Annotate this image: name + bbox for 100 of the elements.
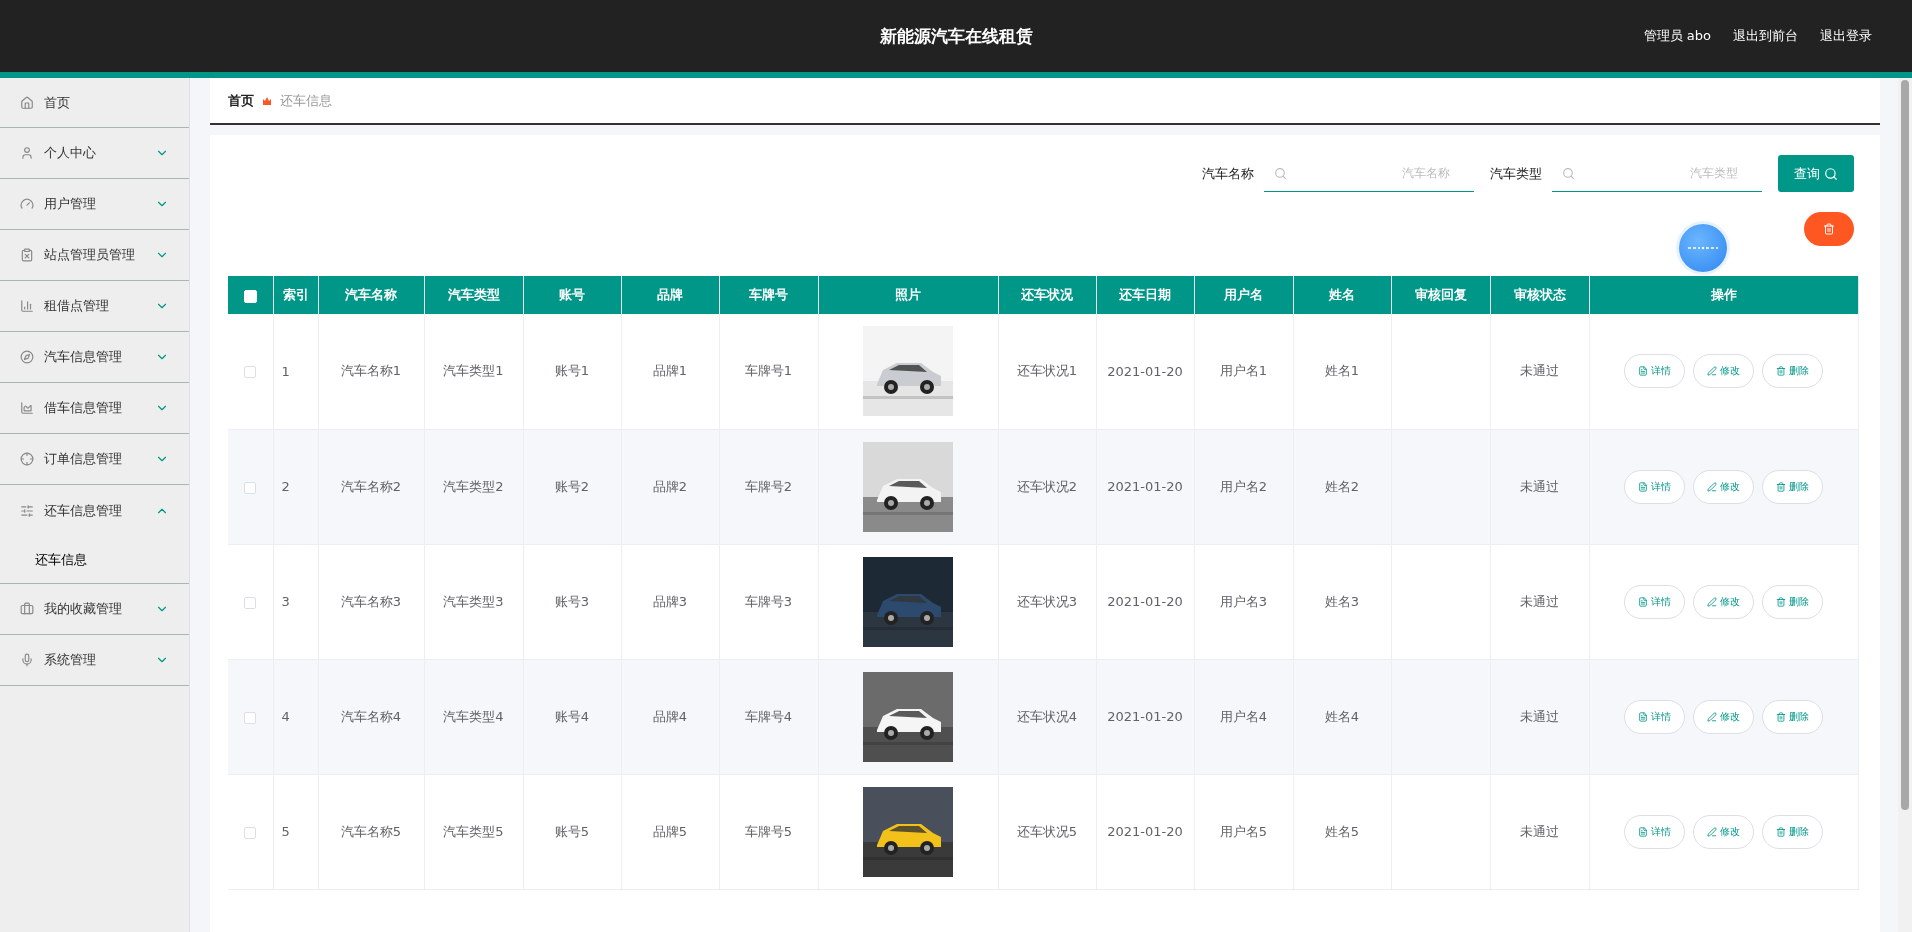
table-cell: 汽车类型4 [424, 659, 523, 774]
edit-button[interactable]: 修改 [1693, 814, 1754, 849]
checkbox[interactable] [244, 481, 257, 494]
table-cell: 姓名3 [1293, 544, 1391, 659]
table-cell: 还车状况3 [998, 544, 1096, 659]
table-cell: 姓名2 [1293, 429, 1391, 544]
edit-button[interactable]: 修改 [1693, 699, 1754, 734]
search-field[interactable]: 汽车类型 [1552, 155, 1762, 192]
table-cell: 未通过 [1490, 314, 1589, 429]
table-cell: 2021-01-20 [1096, 544, 1194, 659]
table-cell: 还车状况1 [998, 314, 1096, 429]
column-header: 审核回复 [1391, 276, 1490, 314]
compass-icon [20, 350, 34, 364]
table-cell: 品牌4 [621, 659, 719, 774]
column-header: 还车状况 [998, 276, 1096, 314]
pen-icon [1707, 826, 1717, 837]
table-cell: 2021-01-20 [1096, 774, 1194, 889]
column-header: 品牌 [621, 276, 719, 314]
area-chart-icon [20, 401, 34, 415]
checkbox[interactable] [244, 596, 257, 609]
sidebar-subitem[interactable]: 还车信息 [0, 536, 189, 583]
edit-button[interactable]: 修改 [1693, 584, 1754, 619]
document-icon [1638, 596, 1648, 607]
table-cell: 汽车类型2 [424, 429, 523, 544]
search-icon [1562, 167, 1575, 180]
header-link[interactable]: 退出登录 [1820, 27, 1872, 45]
delete-button[interactable]: 删除 [1762, 354, 1823, 389]
home-icon [20, 95, 34, 110]
crown-icon [262, 95, 272, 106]
sidebar-item[interactable]: 个人中心 [0, 128, 189, 179]
edit-button[interactable]: 修改 [1693, 469, 1754, 504]
details-button[interactable]: 详情 [1624, 584, 1685, 619]
sidebar-item[interactable]: 系统管理 [0, 635, 189, 686]
gauge-icon [20, 197, 34, 211]
table-cell: 汽车类型5 [424, 774, 523, 889]
document-icon [1638, 366, 1648, 377]
briefcase-icon [20, 602, 34, 616]
table-cell: 汽车名称5 [318, 774, 424, 889]
pen-icon [1707, 711, 1717, 722]
table-cell: 用户名4 [1194, 659, 1293, 774]
trash-icon [1823, 223, 1835, 235]
table-cell: 未通过 [1490, 774, 1589, 889]
table-cell: 车牌号5 [719, 774, 818, 889]
breadcrumb-link[interactable]: 首页 [228, 91, 254, 110]
table-cell: 姓名4 [1293, 659, 1391, 774]
table-cell: 品牌5 [621, 774, 719, 889]
checkbox[interactable] [244, 826, 257, 839]
checkbox[interactable] [244, 366, 257, 379]
sidebar-item[interactable]: 借车信息管理 [0, 383, 189, 434]
field-label: 汽车名称 [1202, 164, 1254, 183]
sidebar-item[interactable]: 租借点管理 [0, 281, 189, 332]
trash-icon [1776, 596, 1786, 607]
table-cell: 2021-01-20 [1096, 429, 1194, 544]
sidebar-item[interactable]: 还车信息管理 [0, 485, 189, 536]
search-field[interactable]: 汽车名称 [1264, 155, 1474, 192]
table-cell: 2021-01-20 [1096, 659, 1194, 774]
floating-button[interactable] [1679, 224, 1727, 272]
table-cell: 姓名5 [1293, 774, 1391, 889]
sidebar-item[interactable]: 站点管理员管理 [0, 230, 189, 281]
column-header: 操作 [1589, 276, 1858, 314]
table-cell: 汽车类型3 [424, 544, 523, 659]
table-cell: 2 [273, 429, 318, 544]
user-link[interactable]: 管理员 abo [1643, 27, 1711, 45]
column-header: 姓名 [1293, 276, 1391, 314]
table-cell: 还车状况2 [998, 429, 1096, 544]
scrollbar[interactable] [1898, 78, 1912, 932]
details-button[interactable]: 详情 [1624, 699, 1685, 734]
details-button[interactable]: 详情 [1624, 469, 1685, 504]
table-cell: 车牌号3 [719, 544, 818, 659]
query-button[interactable]: 查询 [1778, 155, 1854, 192]
trash-icon [1776, 826, 1786, 837]
delete-button[interactable]: 删除 [1762, 469, 1823, 504]
delete-button[interactable]: 删除 [1762, 584, 1823, 619]
sliders-icon [20, 503, 34, 518]
column-header: 账号 [523, 276, 621, 314]
sidebar-item[interactable]: 订单信息管理 [0, 434, 189, 485]
table-cell: 品牌3 [621, 544, 719, 659]
sidebar-item[interactable]: 汽车信息管理 [0, 332, 189, 383]
delete-button[interactable] [1804, 212, 1854, 246]
table-cell: 车牌号1 [719, 314, 818, 429]
table-cell: 账号1 [523, 314, 621, 429]
table-cell: 未通过 [1490, 659, 1589, 774]
sidebar-item[interactable]: 用户管理 [0, 179, 189, 230]
search-icon [1274, 167, 1287, 180]
table-cell: 还车状况4 [998, 659, 1096, 774]
table-cell: 5 [273, 774, 318, 889]
table-cell: 账号3 [523, 544, 621, 659]
breadcrumb-current: 还车信息 [280, 91, 332, 110]
sidebar-item[interactable]: 首页 [0, 78, 189, 128]
details-button[interactable]: 详情 [1624, 354, 1685, 389]
header-link[interactable]: 退出到前台 [1733, 27, 1798, 45]
trash-icon [1776, 481, 1786, 492]
table-cell: 品牌1 [621, 314, 719, 429]
trash-icon [1776, 366, 1786, 377]
details-button[interactable]: 详情 [1624, 814, 1685, 849]
edit-button[interactable]: 修改 [1693, 354, 1754, 389]
delete-button[interactable]: 删除 [1762, 814, 1823, 849]
checkbox[interactable] [244, 711, 257, 724]
delete-button[interactable]: 删除 [1762, 699, 1823, 734]
sidebar-item[interactable]: 我的收藏管理 [0, 584, 189, 635]
